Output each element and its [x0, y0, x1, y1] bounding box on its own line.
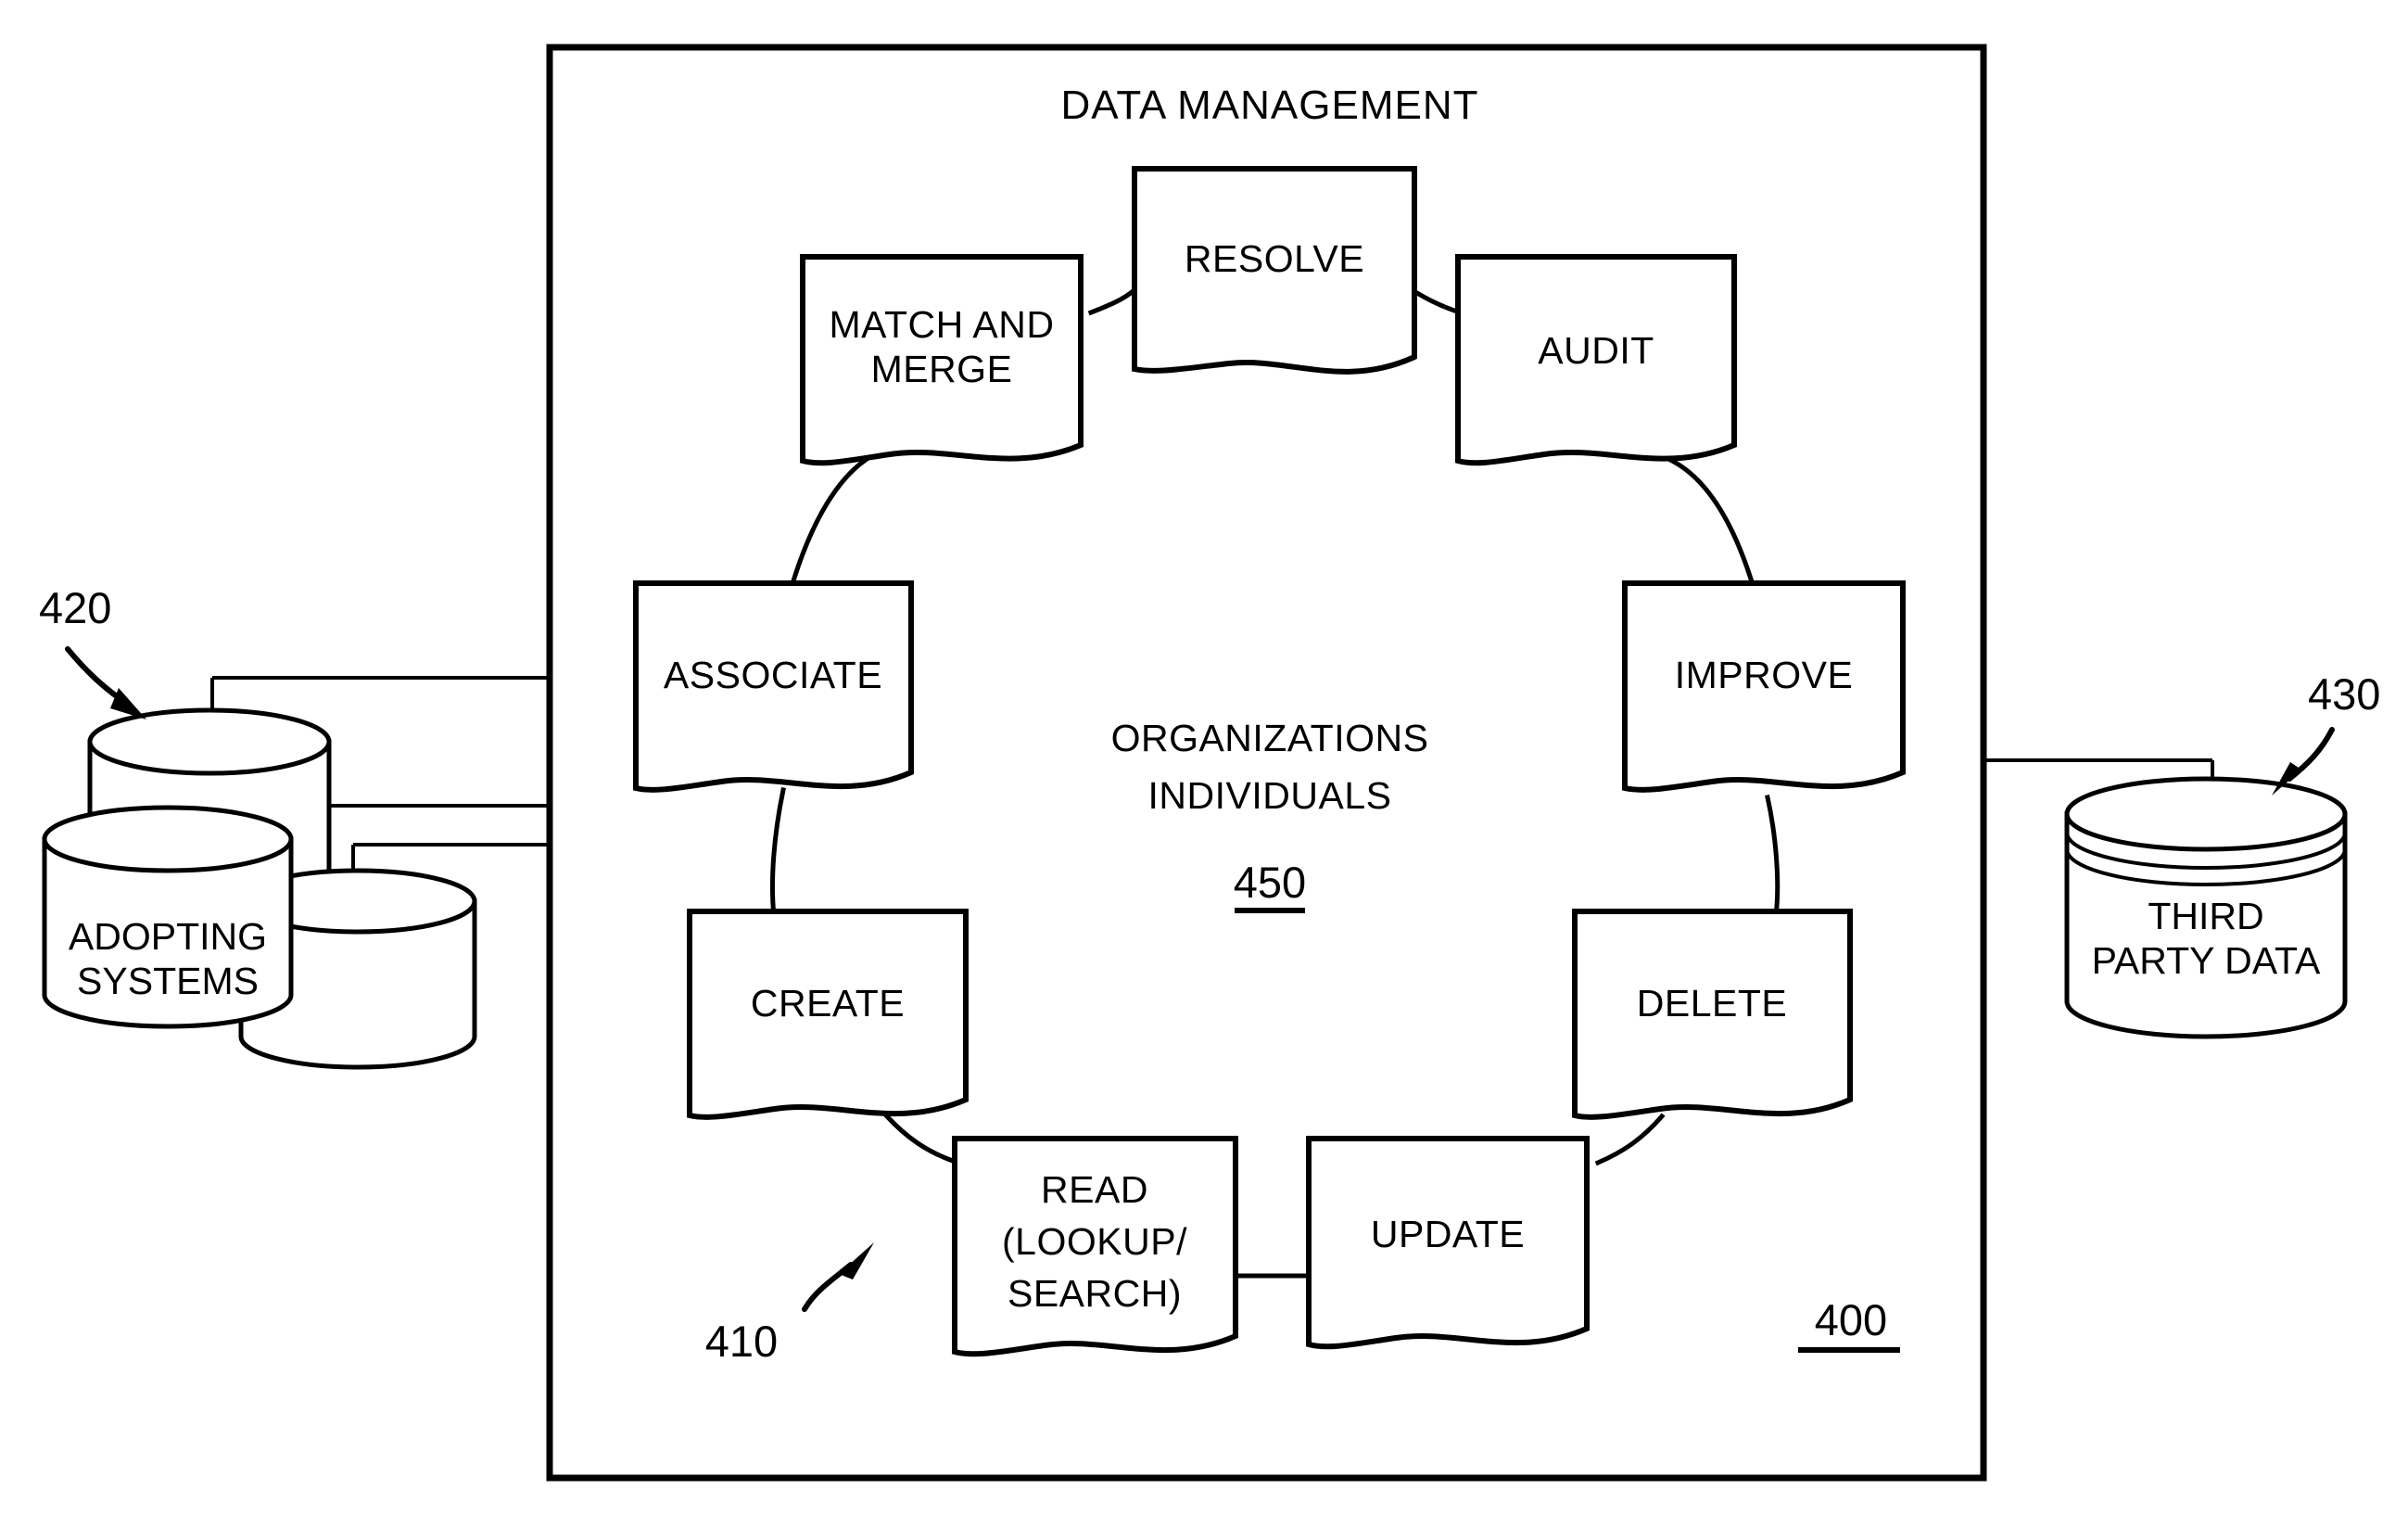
- node-delete-label: DELETE: [1637, 982, 1788, 1025]
- node-associate-label: ASSOCIATE: [664, 654, 882, 696]
- node-read-label-line1: READ: [1041, 1168, 1148, 1211]
- third-party-data-label-line1: THIRD: [2148, 895, 2263, 937]
- center-label-line2: INDIVIDUALS: [1148, 774, 1392, 817]
- adopting-systems-label-line1: ADOPTING: [69, 915, 267, 958]
- ref-420-label: 420: [39, 583, 111, 632]
- page-title: DATA MANAGEMENT: [1061, 83, 1479, 128]
- ref-420-leader: [65, 646, 127, 705]
- node-resolve[interactable]: RESOLVE: [1132, 166, 1417, 375]
- node-update-label: UPDATE: [1371, 1213, 1525, 1255]
- node-audit-label: AUDIT: [1538, 329, 1654, 372]
- node-audit[interactable]: AUDIT: [1455, 254, 1737, 466]
- node-match-and-merge[interactable]: MATCH AND MERGE: [800, 254, 1084, 466]
- ref-400-label: 400: [1815, 1295, 1887, 1344]
- diagram-canvas: ADOPTING SYSTEMS 420 THIRD PARTY DATA 43…: [39, 44, 2380, 1482]
- link-delete-to-update: [1594, 1113, 1666, 1166]
- node-read-label-line2: (LOOKUP/: [1002, 1220, 1187, 1263]
- node-match-and-merge-label-line2: MERGE: [871, 348, 1013, 390]
- link-audit-to-improve: [1665, 455, 1757, 592]
- node-resolve-label: RESOLVE: [1185, 237, 1364, 280]
- third-party-data-label-line2: PARTY DATA: [2092, 939, 2321, 982]
- link-associate-to-match: [788, 448, 884, 591]
- node-read-label-line3: SEARCH): [1008, 1272, 1182, 1315]
- ref-410-label: 410: [705, 1317, 778, 1366]
- node-update[interactable]: UPDATE: [1306, 1136, 1590, 1350]
- node-match-and-merge-label-line1: MATCH AND: [830, 303, 1055, 346]
- node-delete[interactable]: DELETE: [1572, 909, 1853, 1120]
- link-improve-to-delete: [1765, 795, 1781, 919]
- node-improve[interactable]: IMPROVE: [1622, 580, 1906, 793]
- node-associate[interactable]: ASSOCIATE: [633, 580, 914, 793]
- node-improve-label: IMPROVE: [1675, 654, 1854, 696]
- patent-figure: ADOPTING SYSTEMS 420 THIRD PARTY DATA 43…: [0, 0, 2408, 1515]
- ref-410-arrowhead: [839, 1242, 874, 1279]
- link-read-to-create: [882, 1112, 957, 1165]
- ref-430-label: 430: [2308, 669, 2380, 719]
- link-create-to-associate: [769, 787, 786, 919]
- ref-450-label: 450: [1234, 858, 1306, 907]
- node-create-label: CREATE: [751, 982, 905, 1025]
- node-read[interactable]: READ (LOOKUP/ SEARCH): [952, 1136, 1238, 1357]
- adopting-systems-label-line2: SYSTEMS: [77, 960, 259, 1002]
- node-create[interactable]: CREATE: [687, 909, 969, 1120]
- center-label-line1: ORGANIZATIONS: [1111, 717, 1429, 759]
